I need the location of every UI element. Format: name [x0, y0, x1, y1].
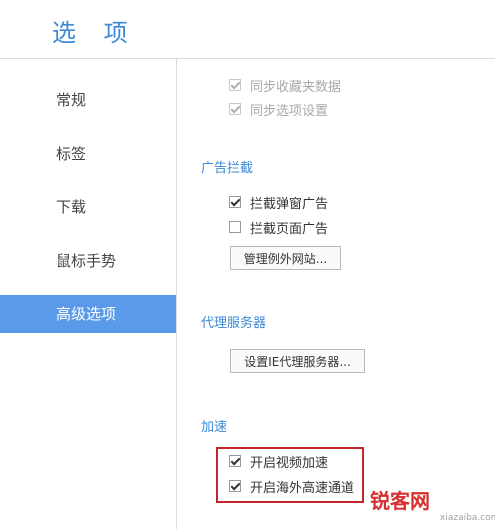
- sidebar-item-download[interactable]: 下载: [0, 188, 176, 226]
- manage-exception-sites-button[interactable]: 管理例外网站...: [230, 246, 341, 270]
- block-page-ads-option[interactable]: 拦截页面广告: [229, 218, 329, 237]
- block-page-ads-label: 拦截页面广告: [250, 221, 329, 237]
- block-page-ads-checkbox[interactable]: [229, 221, 241, 233]
- sync-settings-checkbox[interactable]: [229, 103, 241, 115]
- sidebar: 常规 标签 下载 鼠标手势 高级选项: [0, 59, 177, 529]
- block-popup-ads-option[interactable]: 拦截弹窗广告: [229, 193, 329, 212]
- block-popup-ads-checkbox[interactable]: [229, 196, 241, 208]
- dialog-title: 选 项: [52, 19, 138, 47]
- set-ie-proxy-button[interactable]: 设置IE代理服务器...: [230, 349, 365, 373]
- sync-favorites-checkbox[interactable]: [229, 79, 241, 91]
- highlight-annotation-box: [216, 447, 364, 503]
- block-popup-ads-label: 拦截弹窗广告: [250, 196, 329, 212]
- sidebar-item-advanced[interactable]: 高级选项: [0, 295, 176, 333]
- watermark-url: xiazaiba.com: [440, 513, 495, 523]
- adblock-section-title: 广告拦截: [201, 161, 254, 176]
- proxy-section-title: 代理服务器: [201, 316, 267, 331]
- sidebar-item-tabs[interactable]: 标签: [0, 135, 176, 173]
- sidebar-item-general[interactable]: 常规: [0, 81, 176, 119]
- sidebar-item-mouse-gestures[interactable]: 鼠标手势: [0, 242, 176, 280]
- sync-favorites-label: 同步收藏夹数据: [250, 79, 342, 95]
- watermark-logo: 锐客网: [370, 489, 430, 513]
- sync-settings-option[interactable]: 同步选项设置: [229, 100, 329, 119]
- dialog-header: 选 项: [0, 0, 495, 59]
- sync-settings-label: 同步选项设置: [250, 103, 329, 119]
- sync-favorites-option[interactable]: 同步收藏夹数据: [229, 76, 342, 95]
- accelerate-section-title: 加速: [201, 420, 228, 435]
